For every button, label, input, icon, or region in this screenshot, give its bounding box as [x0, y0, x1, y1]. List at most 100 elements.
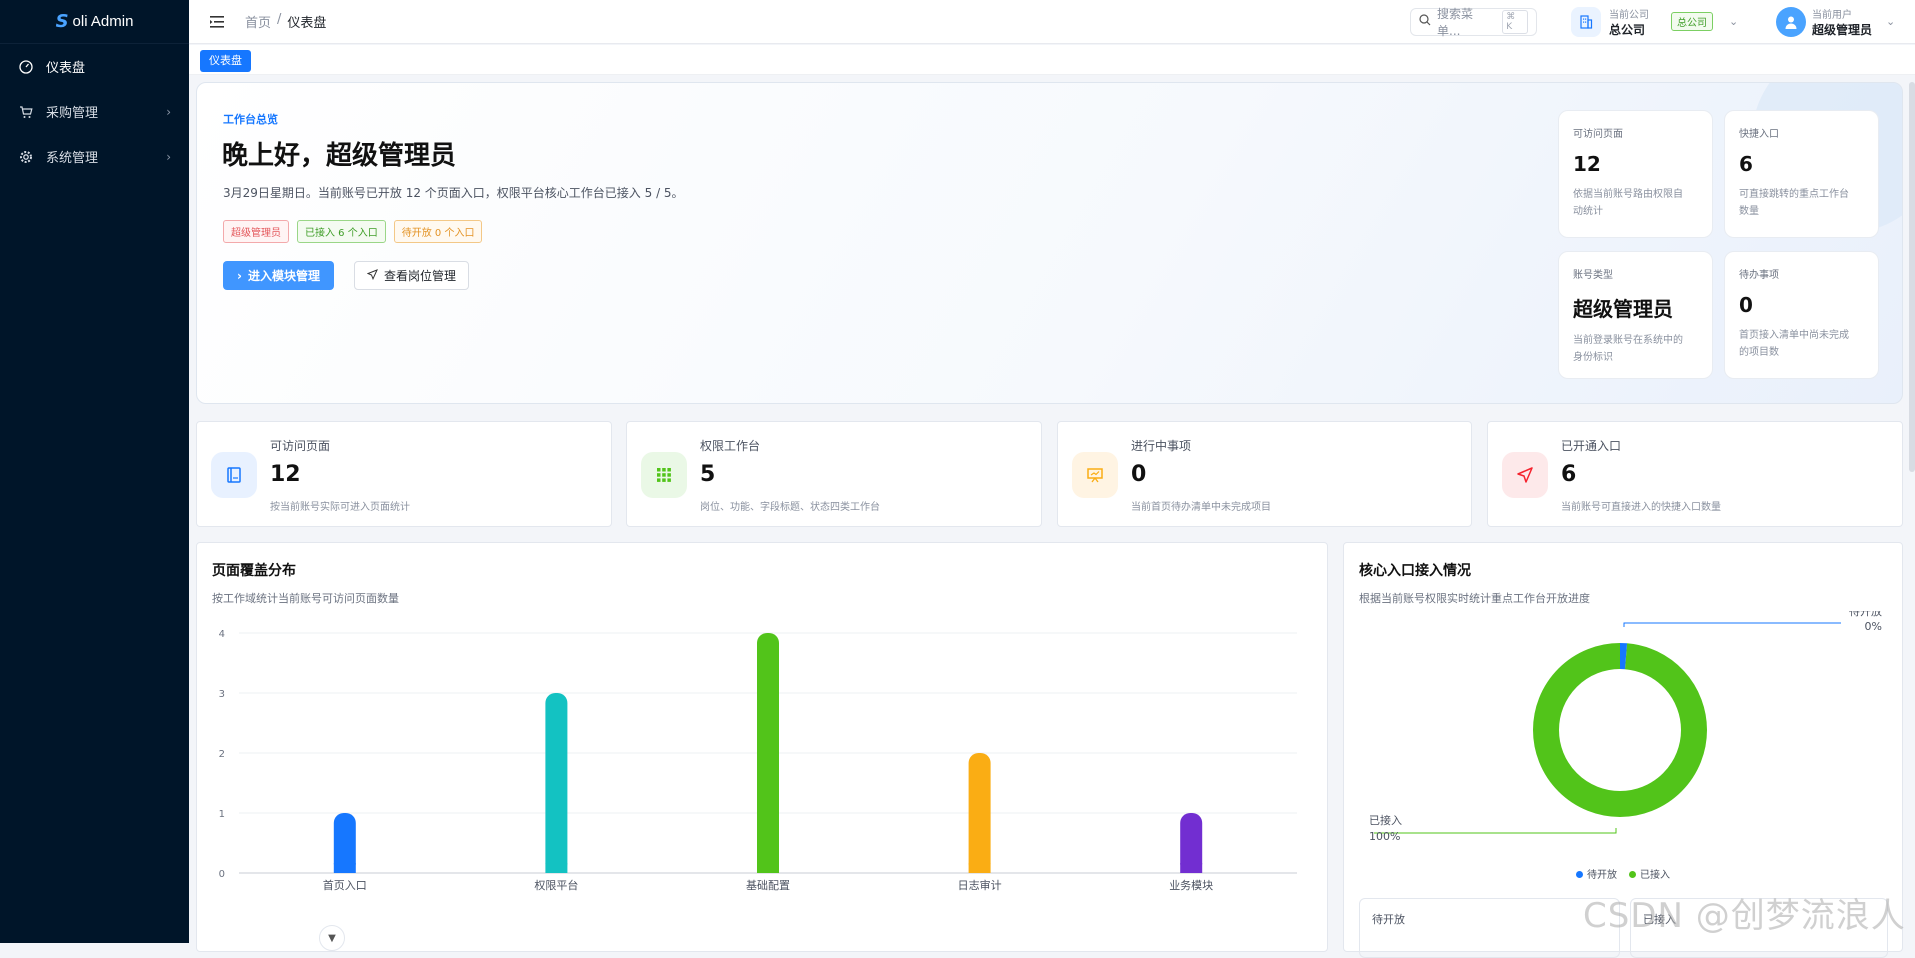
sidebar-item-label: 仪表盘 [46, 61, 86, 76]
pending-leader-line [1623, 622, 1841, 627]
y-tick-label: 2 [219, 749, 225, 760]
button-label: 查看岗位管理 [383, 269, 456, 283]
sidebar-item-system[interactable]: 系统管理 › [0, 134, 189, 179]
company-switcher[interactable]: 当前公司 总公司 总公司 ⌄ [1571, 6, 1738, 38]
watermark: CSDN @创梦流浪人 [1583, 896, 1906, 936]
mini-card-value: 12 [1573, 152, 1601, 176]
tab-dashboard[interactable]: 仪表盘 [200, 50, 251, 72]
building-icon [1571, 6, 1601, 37]
stat-card-in-progress: 进行中事项 0 当前首页待办清单中未完成项目 [1057, 421, 1472, 527]
enter-module-button[interactable]: › 进入模块管理 [223, 261, 334, 290]
x-tick-label: 业务模块 [1169, 879, 1213, 892]
x-tick-label: 首页入口 [323, 878, 367, 892]
grid-icon [641, 452, 687, 498]
hero-description: 3月29日星期日。当前账号已开放 12 个页面入口，权限平台核心工作台已接入 5… [223, 186, 684, 200]
mini-card-label: 可访问页面 [1573, 129, 1623, 140]
bar [757, 633, 779, 873]
dashboard-icon [18, 59, 34, 75]
stat-label: 已开通入口 [1561, 439, 1622, 453]
pending-callout: 待开放 0% [1849, 611, 1882, 635]
stat-value: 5 [700, 462, 716, 487]
app-logo[interactable]: S oli Admin [0, 0, 189, 44]
bar [545, 693, 568, 873]
scroll-down-icon[interactable]: ▼ [319, 925, 345, 951]
donut-chart [1374, 622, 1841, 834]
x-tick-label: 日志审计 [958, 878, 1002, 892]
panel-title: 页面覆盖分布 [212, 563, 296, 579]
stat-desc: 按当前账号实际可进入页面统计 [270, 502, 410, 513]
mini-card-account-type: 账号类型 超级管理员 当前登录账号在系统中的 身份标识 [1558, 251, 1713, 379]
user-menu[interactable]: 当前用户 超级管理员 ⌄ [1776, 6, 1895, 38]
page-coverage-panel: 页面覆盖分布 按工作域统计当前账号可访问页面数量 0 1 2 3 4 首页入口 权限平台 基础… [196, 542, 1328, 952]
menu-search-input[interactable]: 搜索菜单... ⌘ K [1410, 6, 1537, 38]
stat-label: 权限工作台 [700, 439, 761, 453]
chevron-down-icon: ⌄ [1886, 15, 1896, 28]
pending-summary-card: 待开放 [1359, 898, 1620, 958]
connected-tag: 已接入 6 个入口 [297, 220, 386, 243]
view-position-button[interactable]: 查看岗位管理 [353, 261, 469, 290]
mini-card-desc: 依据当前账号路由权限自 动统计 [1573, 189, 1683, 217]
stat-desc: 当前账号可直接进入的快捷入口数量 [1561, 502, 1721, 513]
panel-subtitle: 按工作域统计当前账号可访问页面数量 [212, 592, 399, 605]
panel-title: 核心入口接入情况 [1359, 563, 1471, 579]
mini-card-value: 超级管理员 [1573, 297, 1673, 321]
company-name: 总公司 [1609, 22, 1646, 37]
y-tick-label: 1 [219, 809, 225, 820]
hero-card: 工作台总览 晚上好，超级管理员 3月29日星期日。当前账号已开放 12 个页面入… [196, 82, 1903, 404]
logo-mark: S [55, 11, 69, 32]
page-scrollbar[interactable] [1909, 82, 1915, 472]
x-tick-label: 权限平台 [534, 878, 578, 892]
panel-subtitle: 根据当前账号权限实时统计重点工作台开放进度 [1359, 592, 1590, 605]
breadcrumb-separator: / [277, 12, 282, 27]
menu-collapse-icon[interactable] [205, 10, 229, 34]
legend-item-done[interactable]: 已接入 [1629, 866, 1670, 881]
legend-item-pending[interactable]: 待开放 [1576, 866, 1617, 881]
sidebar-item-purchase[interactable]: 采购管理 › [0, 89, 189, 134]
send-icon [366, 268, 378, 283]
breadcrumb: 首页 / 仪表盘 [245, 12, 326, 31]
done-percent: 100% [1369, 830, 1401, 843]
mini-card-label: 待办事项 [1739, 270, 1779, 281]
tab-bar: 仪表盘 [189, 45, 1915, 75]
hero-actions: › 进入模块管理 查看岗位管理 [223, 261, 469, 290]
stat-card-pages: 可访问页面 12 按当前账号实际可进入页面统计 [196, 421, 612, 527]
mini-card-label: 快捷入口 [1739, 129, 1779, 140]
hero-tags: 超级管理员 已接入 6 个入口 待开放 0 个入口 [223, 220, 483, 243]
bar-base [1180, 863, 1203, 873]
sidebar-item-dashboard[interactable]: 仪表盘 [0, 44, 189, 89]
user-label: 当前用户 [1812, 9, 1852, 21]
bar-base [968, 863, 991, 873]
stat-value: 12 [270, 462, 301, 487]
pending-label: 待开放 [1849, 611, 1882, 618]
company-label: 当前公司 [1609, 9, 1649, 21]
mini-card-desc: 当前登录账号在系统中的 身份标识 [1573, 335, 1683, 363]
mini-card-todo: 待办事项 0 首页接入清单中尚未完成 的项目数 [1724, 251, 1879, 379]
search-icon [1419, 14, 1431, 29]
mini-card-label: 账号类型 [1573, 270, 1613, 281]
button-label: 进入模块管理 [247, 269, 320, 283]
mini-card-shortcuts: 快捷入口 6 可直接跳转的重点工作台 数量 [1724, 110, 1879, 238]
sidebar-item-label: 系统管理 [46, 151, 99, 166]
breadcrumb-home[interactable]: 首页 [245, 12, 271, 31]
hero-eyebrow: 工作台总览 [223, 113, 278, 126]
y-tick-label: 0 [219, 869, 225, 880]
mini-card-pages: 可访问页面 12 依据当前账号路由权限自 动统计 [1558, 110, 1713, 238]
book-icon [211, 452, 257, 498]
stat-card-workbench: 权限工作台 5 岗位、功能、字段标题、状态四类工作台 [626, 421, 1042, 527]
pending-tag: 待开放 0 个入口 [393, 220, 483, 243]
role-tag: 超级管理员 [223, 220, 289, 243]
done-callout: 已接入 100% [1369, 813, 1402, 845]
user-name: 超级管理员 [1812, 22, 1873, 37]
search-placeholder: 搜索菜单... [1437, 6, 1474, 38]
mini-card-value: 6 [1739, 152, 1753, 176]
breadcrumb-current: 仪表盘 [287, 16, 327, 31]
chevron-right-icon: › [166, 104, 171, 119]
mini-card-value: 0 [1739, 293, 1753, 317]
y-tick-label: 3 [219, 689, 225, 700]
chart-legend: 待开放 已接入 [1344, 866, 1902, 881]
gear-icon [18, 149, 34, 165]
chevron-right-icon: › [166, 149, 171, 164]
bar [968, 753, 991, 873]
company-tag: 总公司 [1671, 12, 1713, 31]
mini-card-desc: 可直接跳转的重点工作台 数量 [1739, 189, 1849, 217]
